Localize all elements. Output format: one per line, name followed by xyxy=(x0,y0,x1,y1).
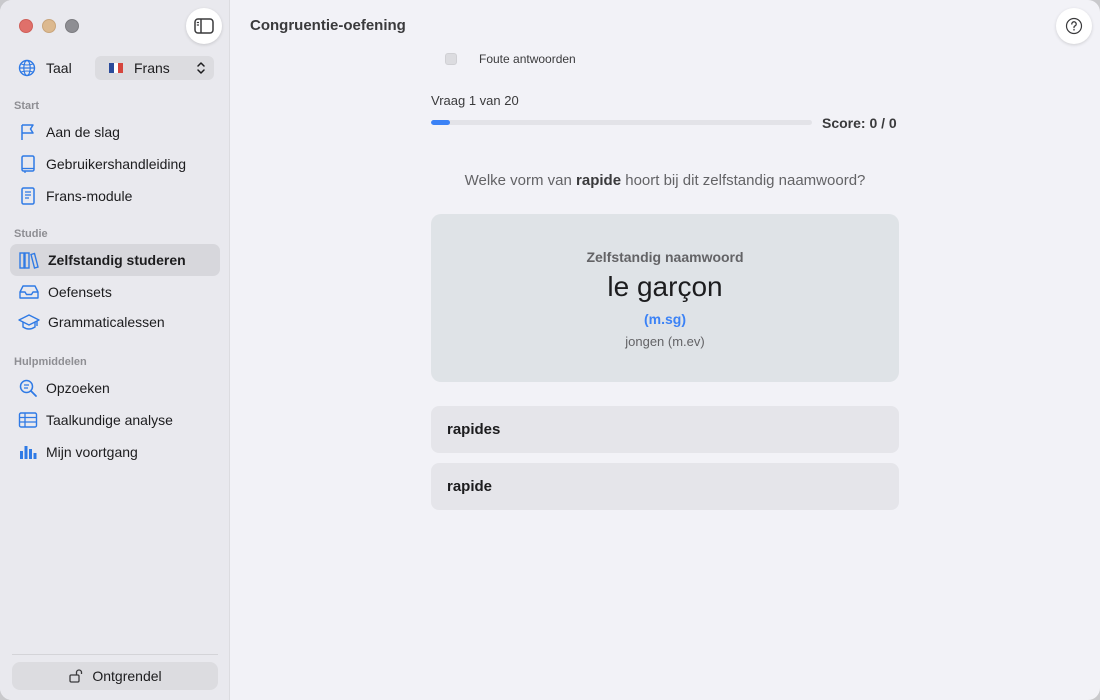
page-title: Congruentie-oefening xyxy=(250,17,406,34)
section-start: Start xyxy=(14,100,40,112)
sidebar-item-label: Taalkundige analyse xyxy=(46,412,173,428)
score-label: Score: 0 / 0 xyxy=(822,115,897,131)
table-icon xyxy=(18,412,38,428)
wrong-answers-toggle[interactable]: Foute antwoorden xyxy=(445,52,576,66)
question-text: Welke vorm van rapide hoort bij dit zelf… xyxy=(431,172,899,189)
sidebar-item-my-progress[interactable]: Mijn voortgang xyxy=(10,436,220,468)
progress-bar-fill xyxy=(431,120,451,125)
answer-option[interactable]: rapide xyxy=(431,463,899,510)
sidebar-item-self-study[interactable]: Zelfstandig studeren xyxy=(10,244,220,276)
question-word: rapide xyxy=(576,172,622,189)
card-word-type: Zelfstandig naamwoord xyxy=(586,249,744,265)
sidebar-item-label: Grammaticalessen xyxy=(48,314,165,330)
france-flag-icon xyxy=(109,63,124,73)
sidebar-item-label: Gebruikershandleiding xyxy=(46,156,187,172)
document-icon xyxy=(21,187,35,205)
toggle-sidebar-button[interactable] xyxy=(186,8,222,44)
unlock-label: Ontgrendel xyxy=(92,668,162,684)
books-icon xyxy=(19,252,39,269)
unlock-icon xyxy=(69,669,83,683)
progress-bar xyxy=(431,120,812,125)
search-icon xyxy=(19,379,37,397)
sidebar-item-linguistic-analysis[interactable]: Taalkundige analyse xyxy=(10,404,220,436)
card-translation: jongen (m.ev) xyxy=(625,334,705,349)
sidebar-divider xyxy=(12,654,218,655)
language-select-value: Frans xyxy=(134,60,170,76)
app-window: Taal Frans Start Aan de slag Gebruikersh… xyxy=(0,0,1100,700)
language-row: Taal Frans xyxy=(18,56,214,80)
noun-card: Zelfstandig naamwoord le garçon (m.sg) j… xyxy=(431,214,899,382)
sidebar-item-label: Oefensets xyxy=(48,284,112,300)
close-window-button[interactable] xyxy=(19,19,33,33)
card-grammar-info: (m.sg) xyxy=(644,311,686,327)
bar-chart-icon xyxy=(20,446,37,459)
unlock-button[interactable]: Ontgrendel xyxy=(12,662,218,690)
question-mark-icon xyxy=(1065,17,1083,35)
question-prefix: Welke vorm van xyxy=(464,172,572,189)
section-study: Studie xyxy=(14,228,48,240)
sidebar-item-user-manual[interactable]: Gebruikershandleiding xyxy=(10,148,220,180)
language-select[interactable]: Frans xyxy=(95,56,214,80)
sidebar-item-label: Aan de slag xyxy=(46,124,120,140)
sidebar-item-label: Frans-module xyxy=(46,188,133,204)
graduation-cap-icon xyxy=(18,314,40,330)
sidebar: Taal Frans Start Aan de slag Gebruikersh… xyxy=(0,0,230,700)
wrong-answers-label: Foute antwoorden xyxy=(479,52,576,66)
sidebar-item-practice-sets[interactable]: Oefensets xyxy=(10,276,220,308)
tray-icon xyxy=(19,285,39,299)
sidebar-item-french-module[interactable]: Frans-module xyxy=(10,180,220,212)
question-suffix: hoort bij dit zelfstandig naamwoord? xyxy=(625,172,866,189)
minimize-window-button[interactable] xyxy=(42,19,56,33)
sidebar-item-label: Opzoeken xyxy=(46,380,110,396)
book-icon xyxy=(21,155,35,173)
flag-icon xyxy=(21,124,34,140)
sidebar-toggle-icon xyxy=(194,18,214,34)
sidebar-item-lookup[interactable]: Opzoeken xyxy=(10,372,220,404)
sidebar-item-grammar-lessons[interactable]: Grammaticalessen xyxy=(10,306,220,338)
section-tools: Hulpmiddelen xyxy=(14,356,87,368)
card-word: le garçon xyxy=(607,271,723,302)
globe-icon xyxy=(18,59,36,77)
wrong-answers-checkbox[interactable] xyxy=(445,53,457,65)
answer-option[interactable]: rapides xyxy=(431,406,899,453)
chevron-up-down-icon xyxy=(197,62,205,74)
sidebar-item-label: Mijn voortgang xyxy=(46,444,138,460)
help-button[interactable] xyxy=(1056,8,1092,44)
sidebar-item-label: Zelfstandig studeren xyxy=(48,252,186,268)
sidebar-item-getting-started[interactable]: Aan de slag xyxy=(10,116,220,148)
language-label: Taal xyxy=(46,60,72,76)
zoom-window-button[interactable] xyxy=(65,19,79,33)
progress-label: Vraag 1 van 20 xyxy=(431,93,519,108)
